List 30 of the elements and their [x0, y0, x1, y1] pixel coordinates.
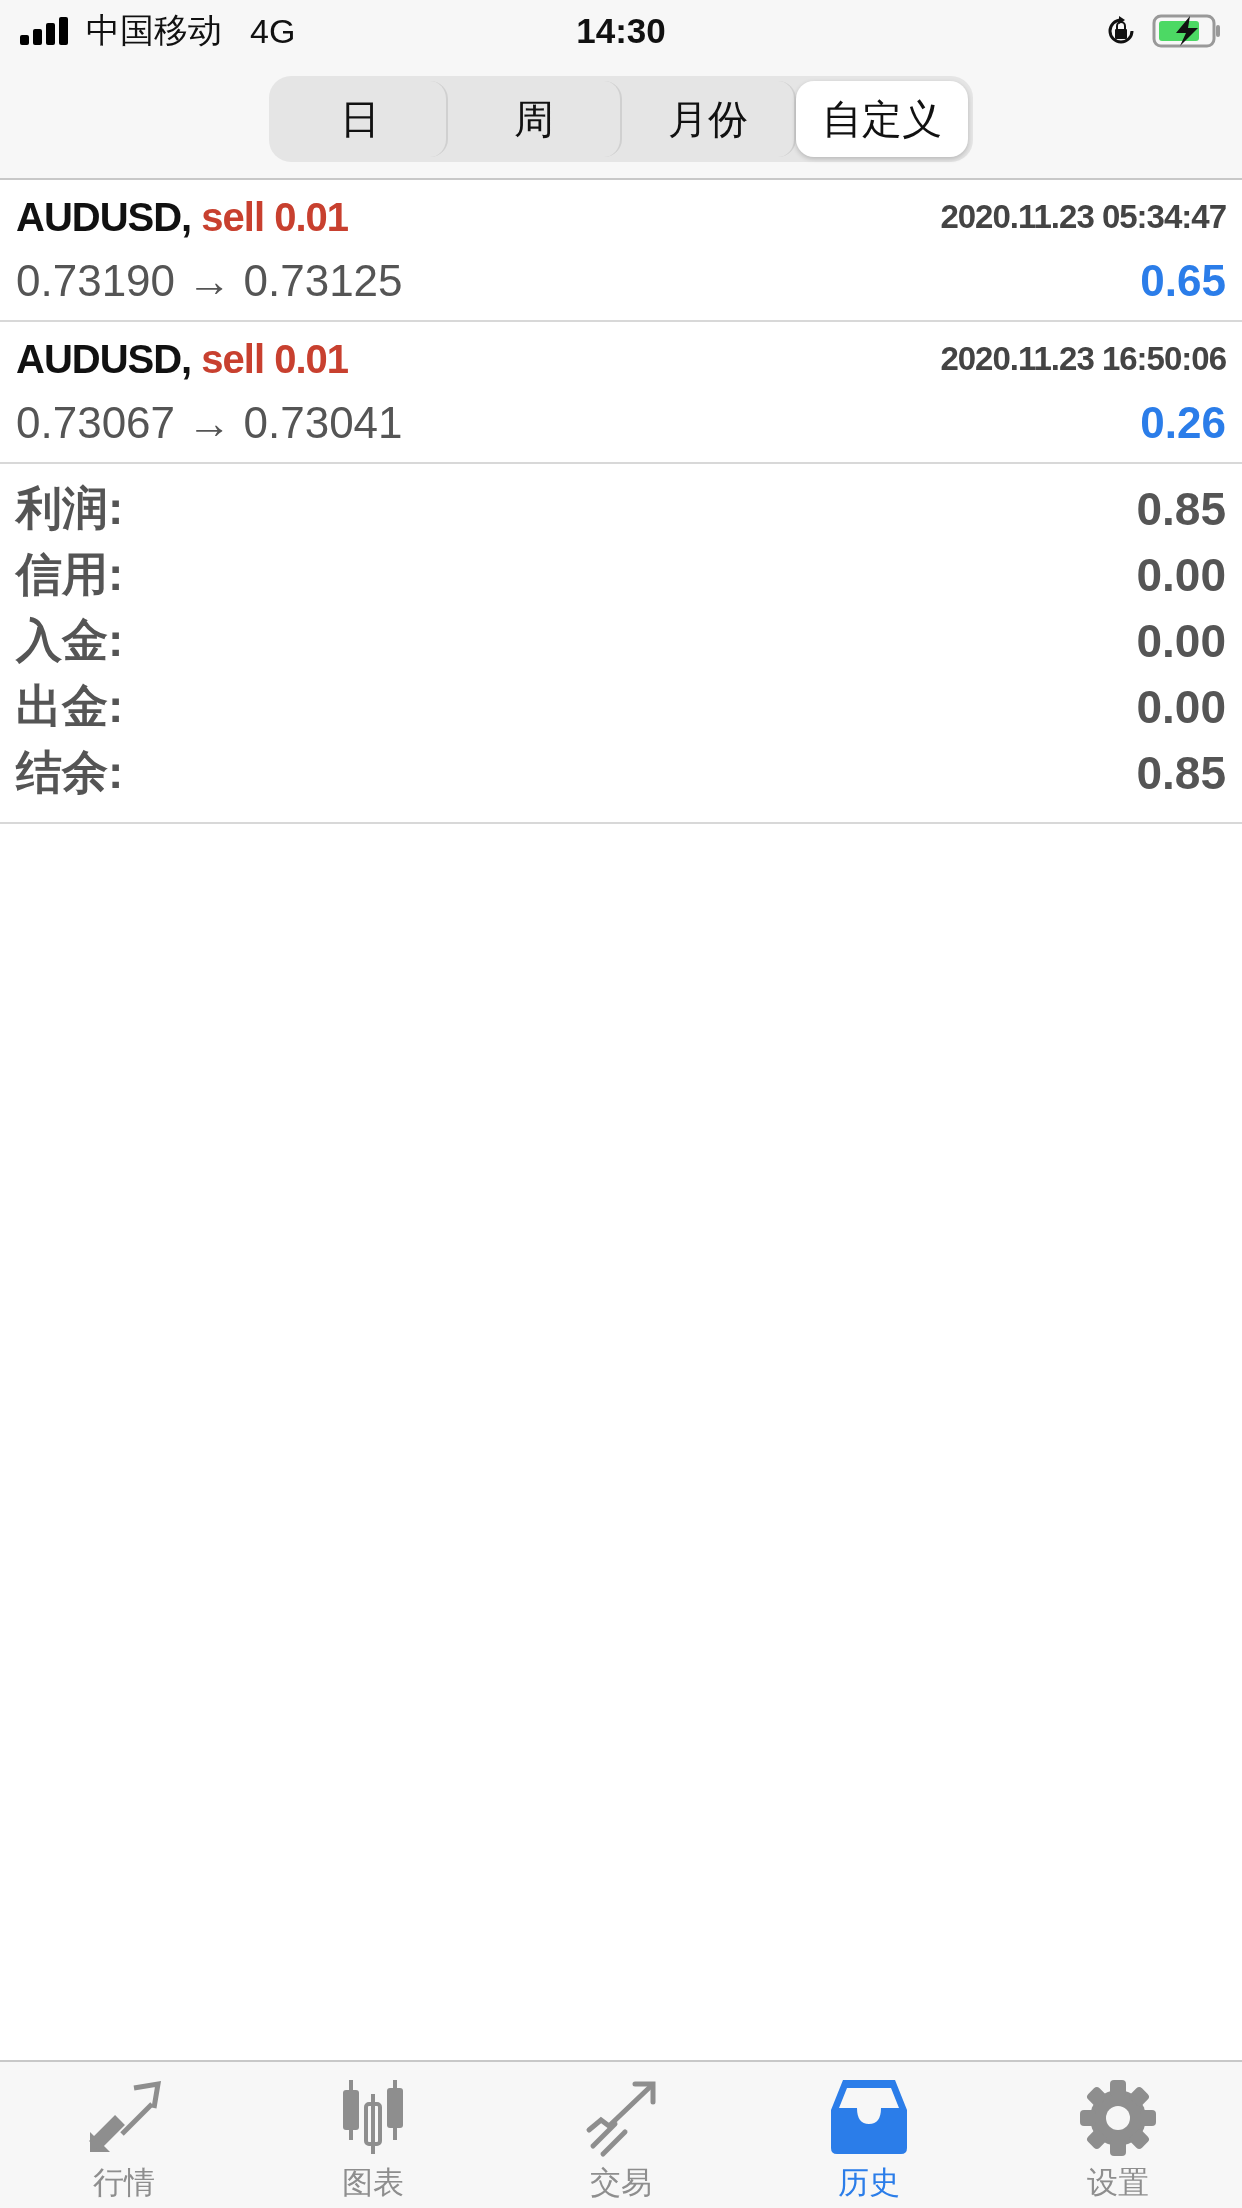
summary-label: 信用: — [16, 547, 124, 602]
battery-charging-icon — [1152, 14, 1222, 48]
summary-value: 0.00 — [1136, 680, 1226, 734]
trade-prices: 0.73067 → 0.73041 — [16, 398, 403, 448]
summary-label: 利润: — [16, 481, 124, 536]
summary-label: 出金: — [16, 679, 124, 734]
trade-time: 2020.11.23 16:50:06 — [940, 340, 1226, 378]
tab-bar-item[interactable]: 行情 — [0, 2062, 249, 2208]
tab-bar-item[interactable]: 图表 — [248, 2062, 497, 2208]
trade-time: 2020.11.23 05:34:47 — [940, 198, 1226, 236]
summary-value: 0.85 — [1136, 482, 1226, 536]
period-tab[interactable]: 周 — [448, 81, 622, 157]
network-type: 4G — [250, 11, 296, 51]
trade-title: AUDUSD, sell 0.01 — [16, 336, 349, 382]
clock-time: 14:30 — [576, 11, 666, 51]
summary-value: 0.00 — [1136, 548, 1226, 602]
summary-value: 0.00 — [1136, 614, 1226, 668]
trade-prices: 0.73190 → 0.73125 — [16, 256, 403, 306]
tab-bar-item[interactable]: 交易 — [496, 2062, 746, 2208]
summary-label: 入金: — [16, 613, 124, 668]
summary-label: 结余: — [16, 745, 124, 800]
summary-value: 0.85 — [1136, 746, 1226, 800]
tab-bar-item[interactable]: 历史 — [745, 2062, 994, 2208]
period-tab[interactable]: 日 — [274, 81, 448, 157]
tab-bar-item[interactable]: 设置 — [993, 2062, 1242, 2208]
trade-profit: 0.26 — [1140, 398, 1226, 448]
trade-title: AUDUSD, sell 0.01 — [16, 194, 349, 240]
trade-profit: 0.65 — [1140, 256, 1226, 306]
period-tab[interactable]: 自定义 — [796, 81, 968, 157]
carrier-name: 中国移动 — [86, 10, 222, 51]
